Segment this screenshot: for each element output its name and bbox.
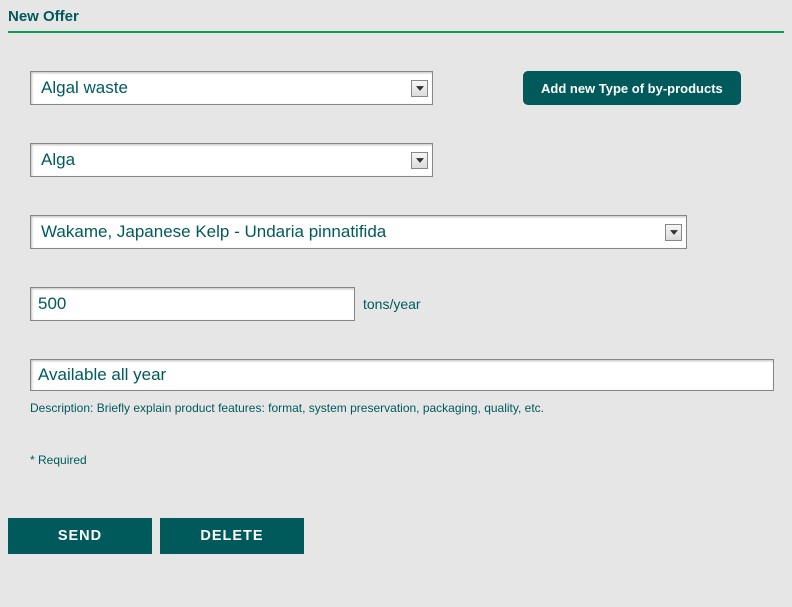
required-label: * Required: [30, 453, 784, 467]
chevron-down-icon: [665, 224, 682, 241]
species-row: Wakame, Japanese Kelp - Undaria pinnatif…: [30, 215, 784, 249]
delete-button[interactable]: DELETE: [160, 518, 304, 554]
byproduct-type-row: Algal waste Add new Type of by-products: [30, 71, 784, 105]
send-button[interactable]: SEND: [8, 518, 152, 554]
category-row: Alga: [30, 143, 784, 177]
add-byproduct-type-button[interactable]: Add new Type of by-products: [523, 71, 741, 105]
offer-form: Algal waste Add new Type of by-products …: [8, 71, 784, 467]
chevron-down-icon: [411, 80, 428, 97]
chevron-down-icon: [411, 152, 428, 169]
species-value: Wakame, Japanese Kelp - Undaria pinnatif…: [31, 222, 665, 242]
category-select[interactable]: Alga: [30, 143, 433, 177]
species-select[interactable]: Wakame, Japanese Kelp - Undaria pinnatif…: [30, 215, 687, 249]
quantity-unit-label: tons/year: [363, 296, 421, 312]
quantity-row: tons/year: [30, 287, 784, 321]
byproduct-type-value: Algal waste: [31, 78, 411, 98]
quantity-input[interactable]: [30, 287, 355, 321]
page-title: New Offer: [8, 8, 784, 33]
description-row: [30, 359, 784, 391]
description-helper-text: Description: Briefly explain product fea…: [30, 401, 784, 415]
description-input[interactable]: [30, 359, 774, 391]
byproduct-type-select[interactable]: Algal waste: [30, 71, 433, 105]
action-button-row: SEND DELETE: [8, 518, 304, 554]
category-value: Alga: [31, 150, 411, 170]
